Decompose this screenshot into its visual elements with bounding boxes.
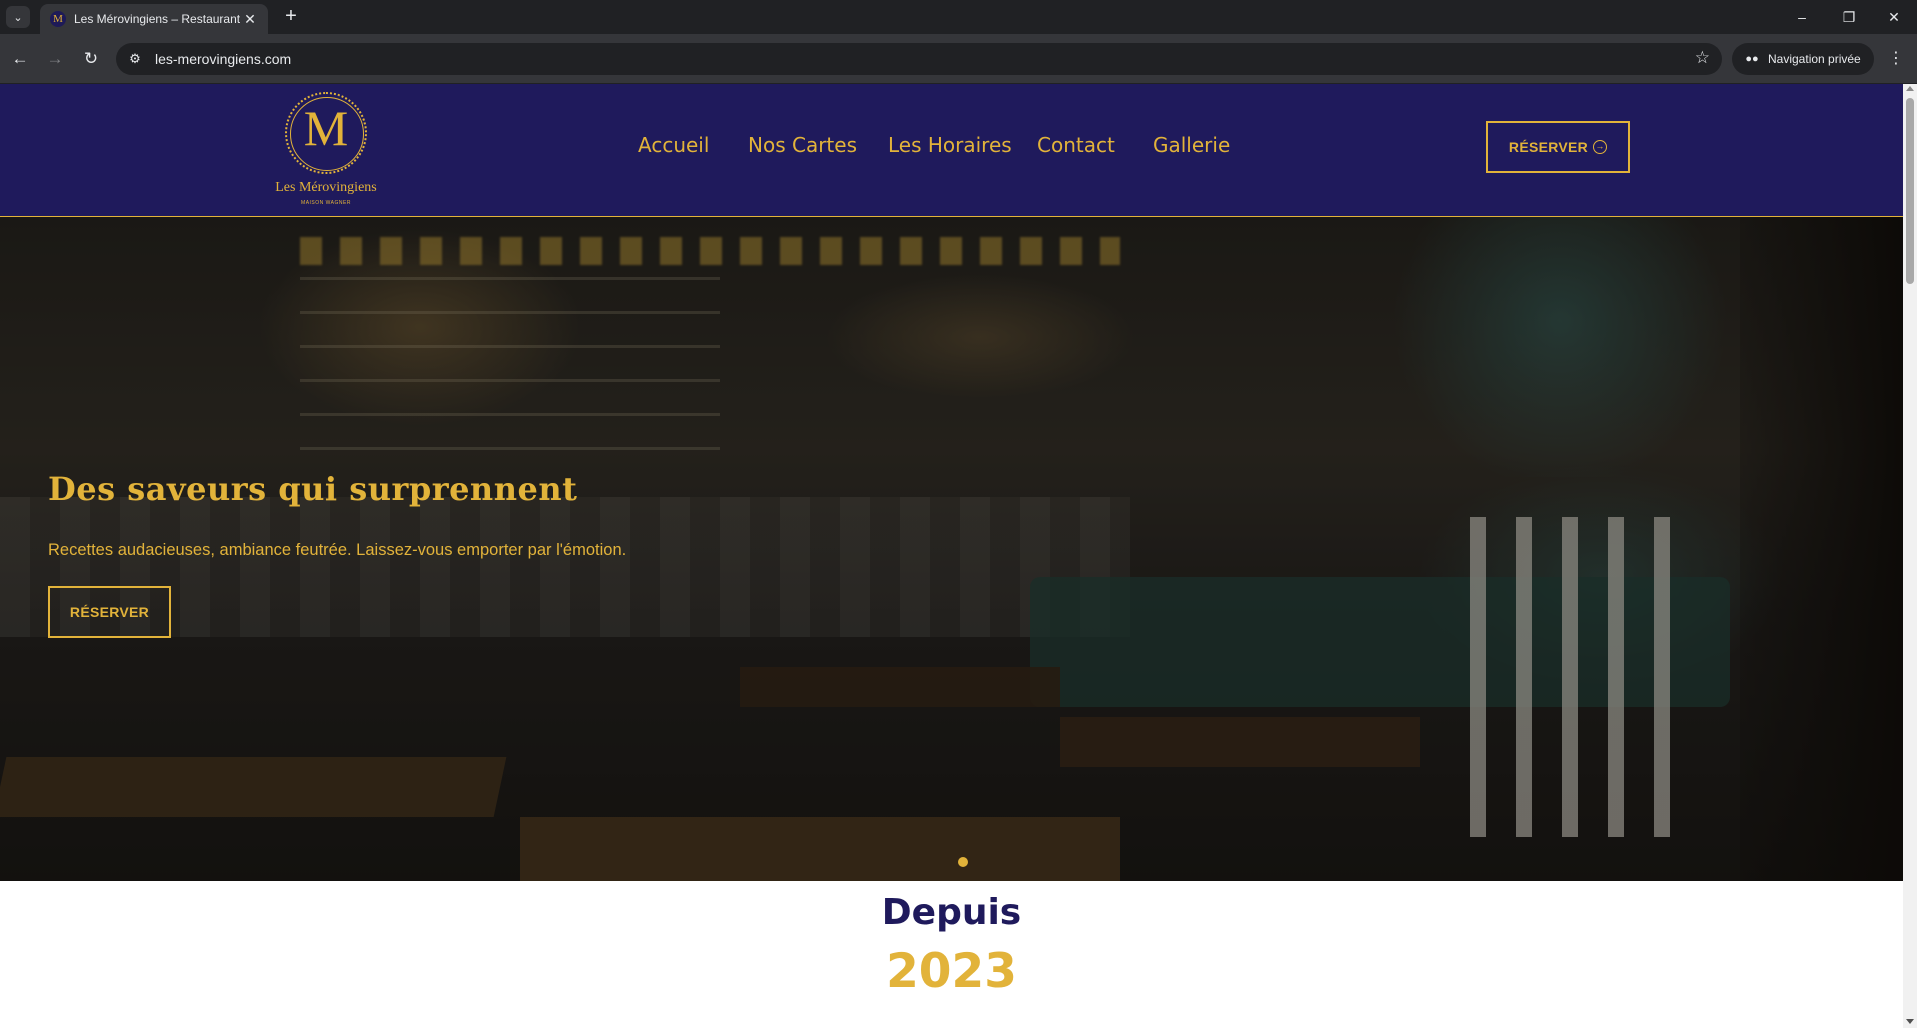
url-text[interactable]: les-merovingiens.com [155, 51, 291, 67]
incognito-badge[interactable]: ●● Navigation privée [1732, 43, 1874, 75]
close-tab-icon[interactable]: ✕ [242, 11, 258, 28]
minimize-icon[interactable]: – [1782, 5, 1822, 29]
close-window-icon[interactable]: ✕ [1874, 5, 1914, 29]
nav-link-gallerie[interactable]: Gallerie [1153, 133, 1230, 157]
tab-title: Les Mérovingiens – Restaurant [74, 12, 240, 26]
chevron-down-icon: ⌄ [13, 11, 23, 24]
slider-dot-active[interactable] [958, 857, 968, 867]
logo-letter: M [303, 100, 349, 156]
address-bar[interactable]: ⚙ les-merovingiens.com ☆ [116, 43, 1722, 75]
new-tab-button[interactable]: + [280, 6, 302, 28]
site-info-icon[interactable]: ⚙ [126, 50, 144, 68]
bookmark-star-icon[interactable]: ☆ [1695, 48, 1710, 68]
logo-name: Les Mérovingiens [275, 180, 377, 195]
site-header: M Les Mérovingiens MAISON WAGNER Accueil… [0, 84, 1903, 217]
reload-icon[interactable]: ↻ [79, 47, 103, 71]
logo-subtitle: MAISON WAGNER [301, 200, 351, 206]
nav-link-les-horaires[interactable]: Les Horaires [888, 133, 1012, 157]
header-reserve-button[interactable]: RÉSERVER → [1486, 121, 1630, 173]
back-arrow-icon[interactable]: ← [8, 47, 32, 71]
scroll-down-arrow-icon[interactable] [1906, 1019, 1914, 1024]
scroll-up-arrow-icon[interactable] [1906, 86, 1914, 91]
tab-search-button[interactable]: ⌄ [6, 6, 30, 28]
incognito-label: Navigation privée [1768, 52, 1861, 66]
browser-menu-icon[interactable]: ⋮ [1886, 47, 1906, 71]
page-scrollbar[interactable] [1903, 84, 1917, 1028]
favicon-icon: M [50, 11, 66, 27]
browser-tab-bar: ⌄ M Les Mérovingiens – Restaurant ✕ + – … [0, 0, 1917, 34]
header-reserve-label: RÉSERVER [1508, 139, 1589, 155]
forward-arrow-icon[interactable]: → [43, 47, 67, 71]
site-logo[interactable]: M Les Mérovingiens MAISON WAGNER [262, 90, 390, 210]
hero-reserve-label: RÉSERVER [69, 604, 150, 620]
browser-tab[interactable]: M Les Mérovingiens – Restaurant ✕ [40, 4, 268, 34]
page-viewport: M Les Mérovingiens MAISON WAGNER Accueil… [0, 84, 1917, 1028]
hero-subtitle: Recettes audacieuses, ambiance feutrée. … [48, 541, 627, 559]
main-nav: Accueil Nos Cartes Les Horaires Contact … [638, 133, 1230, 157]
since-year: 2023 [886, 944, 1017, 999]
incognito-icon: ●● [1745, 53, 1759, 65]
browser-toolbar: ← → ↻ ⚙ les-merovingiens.com ☆ ●● Naviga… [0, 34, 1917, 84]
hero-reserve-button[interactable]: RÉSERVER [48, 586, 171, 638]
nav-link-contact[interactable]: Contact [1037, 133, 1117, 157]
scrollbar-thumb[interactable] [1906, 98, 1914, 284]
nav-link-nos-cartes[interactable]: Nos Cartes [748, 133, 857, 157]
hero-slider: Des saveurs qui surprennent Recettes aud… [0, 217, 1903, 881]
nav-link-accueil[interactable]: Accueil [638, 133, 712, 157]
since-label: Depuis [881, 892, 1022, 933]
hero-title: Des saveurs qui surprennent [48, 470, 578, 508]
arrow-circle-icon: → [1593, 140, 1608, 154]
restore-icon[interactable]: ❐ [1829, 5, 1869, 29]
